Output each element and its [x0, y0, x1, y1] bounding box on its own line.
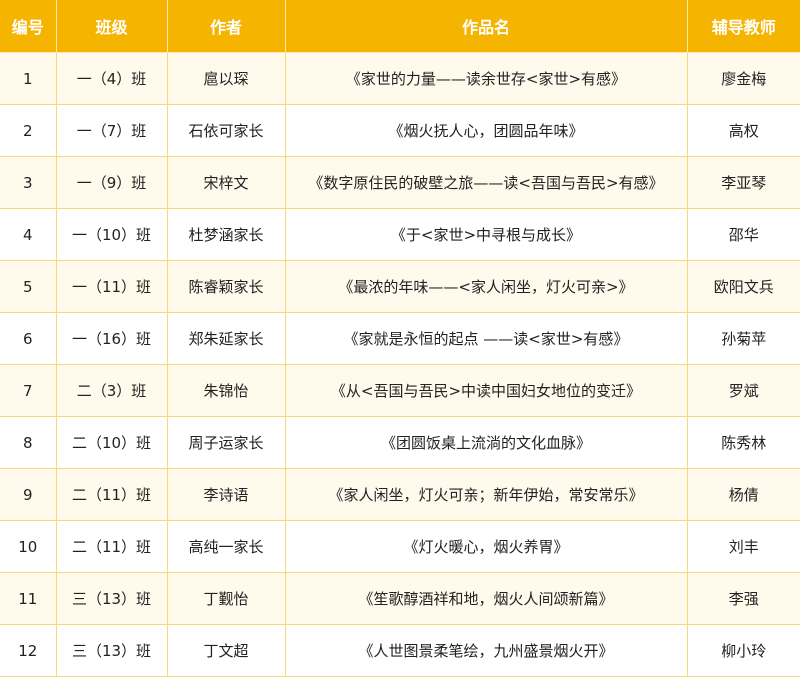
table-row: 2 一（7）班 石依可家长 《烟火抚人心，团圆品年味》 高权	[0, 104, 800, 157]
cell-teacher: 杨倩	[687, 468, 800, 521]
cell-work-title: 《团圆饭桌上流淌的文化血脉》	[285, 416, 688, 469]
cell-teacher: 李强	[687, 572, 800, 625]
cell-class: 一（11）班	[56, 260, 168, 313]
cell-work-title: 《人世图景柔笔绘，九州盛景烟火开》	[285, 624, 688, 677]
cell-teacher: 刘丰	[687, 520, 800, 573]
cell-number: 4	[0, 208, 57, 261]
cell-teacher: 李亚琴	[687, 156, 800, 209]
cell-work-title: 《家世的力量——读余世存<家世>有感》	[285, 52, 688, 105]
cell-class: 一（4）班	[56, 52, 168, 105]
cell-work-title: 《最浓的年味——<家人闲坐，灯火可亲>》	[285, 260, 688, 313]
cell-teacher: 廖金梅	[687, 52, 800, 105]
table-row: 9 二（11）班 李诗语 《家人闲坐，灯火可亲；新年伊始，常安常乐》 杨倩	[0, 468, 800, 521]
cell-class: 一（7）班	[56, 104, 168, 157]
cell-work-title: 《家就是永恒的起点 ——读<家世>有感》	[285, 312, 688, 365]
table-row: 6 一（16）班 郑朱延家长 《家就是永恒的起点 ——读<家世>有感》 孙菊苹	[0, 312, 800, 365]
header-author: 作者	[167, 0, 286, 53]
cell-number: 2	[0, 104, 57, 157]
header-work-title: 作品名	[285, 0, 688, 53]
cell-author: 陈睿颖家长	[167, 260, 286, 313]
cell-teacher: 罗斌	[687, 364, 800, 417]
table-row: 7 二（3）班 朱锦怡 《从<吾国与吾民>中读中国妇女地位的变迁》 罗斌	[0, 364, 800, 417]
cell-class: 一（9）班	[56, 156, 168, 209]
cell-work-title: 《于<家世>中寻根与成长》	[285, 208, 688, 261]
table-row: 1 一（4）班 扈以琛 《家世的力量——读余世存<家世>有感》 廖金梅	[0, 52, 800, 105]
table-row: 12 三（13）班 丁文超 《人世图景柔笔绘，九州盛景烟火开》 柳小玲	[0, 624, 800, 677]
cell-number: 11	[0, 572, 57, 625]
cell-number: 6	[0, 312, 57, 365]
cell-class: 二（3）班	[56, 364, 168, 417]
table-row: 3 一（9）班 宋梓文 《数字原住民的破壁之旅——读<吾国与吾民>有感》 李亚琴	[0, 156, 800, 209]
cell-number: 7	[0, 364, 57, 417]
cell-author: 朱锦怡	[167, 364, 286, 417]
cell-number: 1	[0, 52, 57, 105]
cell-author: 周子运家长	[167, 416, 286, 469]
cell-teacher: 邵华	[687, 208, 800, 261]
header-class: 班级	[56, 0, 168, 53]
cell-teacher: 柳小玲	[687, 624, 800, 677]
cell-number: 9	[0, 468, 57, 521]
cell-class: 二（11）班	[56, 468, 168, 521]
cell-work-title: 《笙歌醇酒祥和地，烟火人间颂新篇》	[285, 572, 688, 625]
cell-author: 李诗语	[167, 468, 286, 521]
cell-work-title: 《灯火暖心，烟火养胃》	[285, 520, 688, 573]
cell-work-title: 《烟火抚人心，团圆品年味》	[285, 104, 688, 157]
table-row: 4 一（10）班 杜梦涵家长 《于<家世>中寻根与成长》 邵华	[0, 208, 800, 261]
cell-teacher: 高权	[687, 104, 800, 157]
cell-author: 郑朱延家长	[167, 312, 286, 365]
table-row: 10 二（11）班 高纯一家长 《灯火暖心，烟火养胃》 刘丰	[0, 520, 800, 573]
cell-class: 二（10）班	[56, 416, 168, 469]
table-row: 8 二（10）班 周子运家长 《团圆饭桌上流淌的文化血脉》 陈秀林	[0, 416, 800, 469]
table-row: 11 三（13）班 丁觐怡 《笙歌醇酒祥和地，烟火人间颂新篇》 李强	[0, 572, 800, 625]
cell-work-title: 《数字原住民的破壁之旅——读<吾国与吾民>有感》	[285, 156, 688, 209]
award-table: 编号 班级 作者 作品名 辅导教师 1 一（4）班 扈以琛 《家世的力量——读余…	[0, 0, 800, 677]
cell-number: 10	[0, 520, 57, 573]
cell-class: 一（16）班	[56, 312, 168, 365]
cell-author: 杜梦涵家长	[167, 208, 286, 261]
table-header-row: 编号 班级 作者 作品名 辅导教师	[0, 0, 800, 53]
cell-teacher: 孙菊苹	[687, 312, 800, 365]
cell-class: 三（13）班	[56, 572, 168, 625]
cell-class: 一（10）班	[56, 208, 168, 261]
table-row: 5 一（11）班 陈睿颖家长 《最浓的年味——<家人闲坐，灯火可亲>》 欧阳文兵	[0, 260, 800, 313]
cell-class: 三（13）班	[56, 624, 168, 677]
cell-teacher: 欧阳文兵	[687, 260, 800, 313]
cell-author: 宋梓文	[167, 156, 286, 209]
cell-author: 石依可家长	[167, 104, 286, 157]
cell-number: 12	[0, 624, 57, 677]
cell-work-title: 《从<吾国与吾民>中读中国妇女地位的变迁》	[285, 364, 688, 417]
header-number: 编号	[0, 0, 57, 53]
cell-author: 丁文超	[167, 624, 286, 677]
cell-work-title: 《家人闲坐，灯火可亲；新年伊始，常安常乐》	[285, 468, 688, 521]
header-teacher: 辅导教师	[687, 0, 800, 53]
cell-number: 5	[0, 260, 57, 313]
cell-number: 3	[0, 156, 57, 209]
cell-author: 扈以琛	[167, 52, 286, 105]
cell-author: 丁觐怡	[167, 572, 286, 625]
cell-class: 二（11）班	[56, 520, 168, 573]
cell-teacher: 陈秀林	[687, 416, 800, 469]
cell-author: 高纯一家长	[167, 520, 286, 573]
cell-number: 8	[0, 416, 57, 469]
